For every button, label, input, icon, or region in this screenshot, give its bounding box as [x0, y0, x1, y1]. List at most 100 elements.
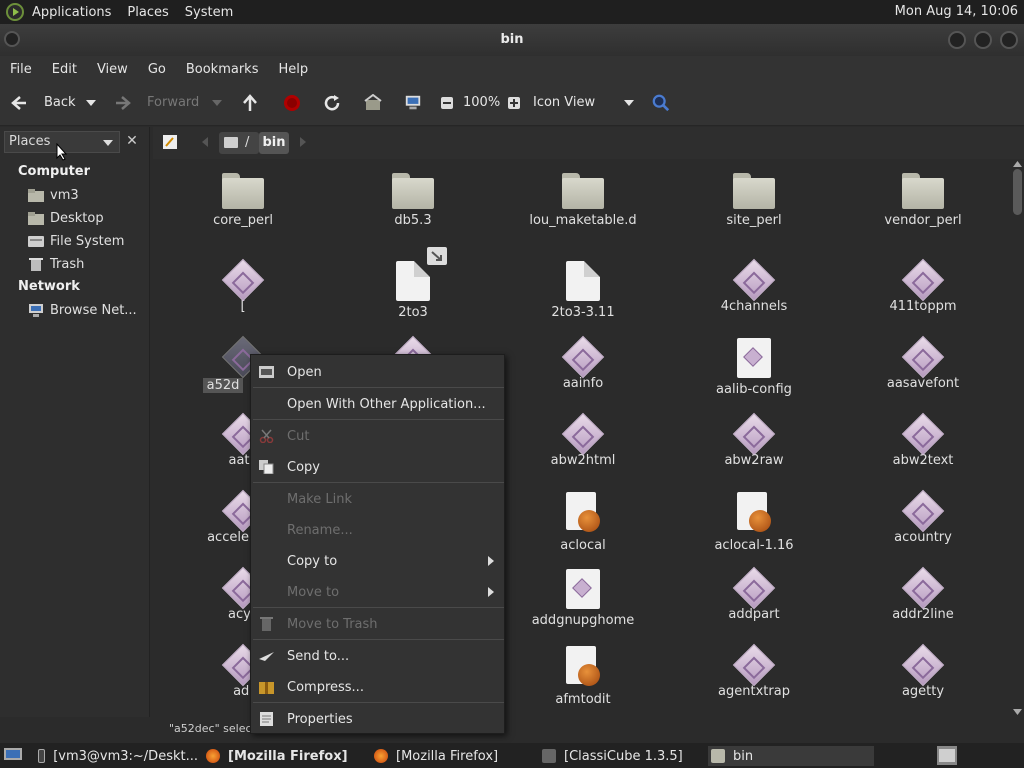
path-right-arrow-icon[interactable] [298, 136, 308, 148]
ctx-properties[interactable]: Properties [251, 704, 504, 734]
ctx-open-with[interactable]: Open With Other Application... [251, 389, 504, 419]
minimize-button[interactable] [948, 31, 966, 49]
forward-history-dropdown-icon[interactable] [211, 97, 223, 109]
menu-bookmarks[interactable]: Bookmarks [176, 62, 269, 77]
file-label: site_perl [726, 213, 782, 228]
ctx-make-link[interactable]: Make Link [251, 484, 504, 514]
computer-icon[interactable] [404, 94, 422, 112]
ctx-open[interactable]: Open [251, 357, 504, 387]
file-item[interactable]: lou_maketable.d [513, 173, 653, 228]
file-item[interactable]: aalib-config [684, 338, 824, 397]
file-item[interactable]: site_perl [684, 173, 824, 228]
file-item[interactable]: acountry [853, 489, 993, 545]
back-history-dropdown-icon[interactable] [85, 97, 97, 109]
folder-icon [733, 173, 775, 209]
reload-icon[interactable] [323, 94, 341, 112]
menu-go[interactable]: Go [138, 62, 176, 77]
file-item[interactable]: agetty [853, 643, 993, 699]
maximize-button[interactable] [974, 31, 992, 49]
file-item[interactable]: addr2line [853, 566, 993, 622]
system-menu[interactable]: System [177, 5, 241, 20]
zoom-level[interactable]: 100% [463, 95, 500, 110]
forward-arrow-icon[interactable] [114, 94, 132, 112]
trash-icon [260, 617, 273, 631]
file-item[interactable]: agentxtrap [684, 643, 824, 699]
file-item[interactable]: 2to3-3.11 [513, 261, 653, 320]
file-item[interactable]: afmtodit [513, 646, 653, 707]
task-terminal[interactable]: [vm3@vm3:~/Deskt... [38, 746, 198, 766]
context-menu: Open Open With Other Application... Cut … [250, 354, 505, 734]
sidebar-item-browse-network[interactable]: Browse Net... [28, 300, 137, 320]
file-item[interactable]: aclocal-1.16 [684, 492, 824, 553]
ctx-cut[interactable]: Cut [251, 421, 504, 451]
ctx-move-to-trash[interactable]: Move to Trash [251, 609, 504, 639]
sidebar-item-file-system[interactable]: File System [28, 231, 124, 251]
ctx-copy-to[interactable]: Copy to [251, 546, 504, 576]
close-window-button[interactable] [1000, 31, 1018, 49]
search-icon[interactable] [652, 94, 670, 112]
file-item[interactable]: db5.3 [343, 173, 483, 228]
task-bin-active[interactable]: bin [708, 746, 874, 766]
back-button[interactable]: Back [44, 95, 76, 110]
path-current-button[interactable]: bin [259, 132, 289, 154]
menu-help[interactable]: Help [268, 62, 318, 77]
file-item[interactable]: 4channels [684, 258, 824, 314]
clock[interactable]: Mon Aug 14, 10:06 [895, 4, 1018, 19]
task-classicube[interactable]: [ClassiCube 1.3.5] [542, 746, 702, 766]
file-item[interactable]: 411toppm [853, 258, 993, 314]
file-item[interactable]: aainfo [513, 335, 653, 391]
show-desktop-icon[interactable] [4, 748, 22, 763]
copy-icon [259, 460, 274, 474]
zoom-in-icon[interactable] [507, 96, 521, 110]
task-label: [Mozilla Firefox] [228, 748, 348, 764]
sidebar-item-desktop[interactable]: Desktop [28, 208, 104, 228]
file-item[interactable]: aclocal [513, 492, 653, 553]
scrollbar-thumb[interactable] [1013, 169, 1022, 215]
scroll-down-arrow-icon[interactable] [1013, 709, 1022, 715]
menu-edit[interactable]: Edit [42, 62, 87, 77]
menu-file[interactable]: File [0, 62, 42, 77]
applications-menu[interactable]: Applications [24, 5, 119, 20]
file-item[interactable]: addpart [684, 566, 824, 622]
file-item[interactable]: core_perl [173, 173, 313, 228]
file-item[interactable]: [ [173, 258, 313, 314]
up-arrow-icon[interactable] [241, 94, 259, 112]
workspace-switcher-icon[interactable] [937, 746, 957, 765]
ctx-copy[interactable]: Copy [251, 452, 504, 482]
file-item[interactable]: vendor_perl [853, 173, 993, 228]
sidebar-item-vm3[interactable]: vm3 [28, 185, 79, 205]
places-menu[interactable]: Places [119, 5, 176, 20]
ctx-compress[interactable]: Compress... [251, 672, 504, 702]
os-logo-icon[interactable] [6, 3, 24, 21]
onion-script-icon [566, 492, 600, 534]
file-label: agetty [901, 684, 945, 699]
view-mode-select[interactable]: Icon View [533, 95, 595, 110]
file-item[interactable]: abw2html [513, 412, 653, 468]
window-title-bar[interactable]: bin [0, 24, 1024, 56]
forward-button[interactable]: Forward [147, 95, 199, 110]
close-sidebar-icon[interactable]: ✕ [124, 133, 140, 149]
zoom-out-icon[interactable] [440, 96, 454, 110]
file-item[interactable]: aasavefont [853, 335, 993, 391]
file-item[interactable]: 2to3 [343, 247, 483, 320]
toggle-location-entry-icon[interactable] [162, 134, 178, 150]
back-arrow-icon[interactable] [10, 94, 28, 112]
file-item[interactable]: addgnupghome [513, 569, 653, 628]
file-label: abw2text [892, 453, 954, 468]
file-item[interactable]: abw2raw [684, 412, 824, 468]
path-left-arrow-icon[interactable] [200, 136, 210, 148]
ctx-move-to[interactable]: Move to [251, 577, 504, 607]
menu-view[interactable]: View [87, 62, 138, 77]
path-root-button[interactable]: / [219, 132, 259, 154]
home-icon[interactable] [364, 94, 382, 112]
ctx-send-to[interactable]: Send to... [251, 641, 504, 671]
sidebar-item-trash[interactable]: Trash [28, 254, 84, 274]
task-firefox-2[interactable]: [Mozilla Firefox] [374, 746, 534, 766]
scroll-up-arrow-icon[interactable] [1013, 161, 1022, 167]
task-firefox-1[interactable]: [Mozilla Firefox] [206, 746, 366, 766]
ctx-rename[interactable]: Rename... [251, 515, 504, 545]
vertical-scrollbar[interactable] [1011, 159, 1024, 719]
view-mode-dropdown-icon[interactable] [623, 97, 635, 109]
stop-icon[interactable] [283, 94, 301, 112]
file-item[interactable]: abw2text [853, 412, 993, 468]
